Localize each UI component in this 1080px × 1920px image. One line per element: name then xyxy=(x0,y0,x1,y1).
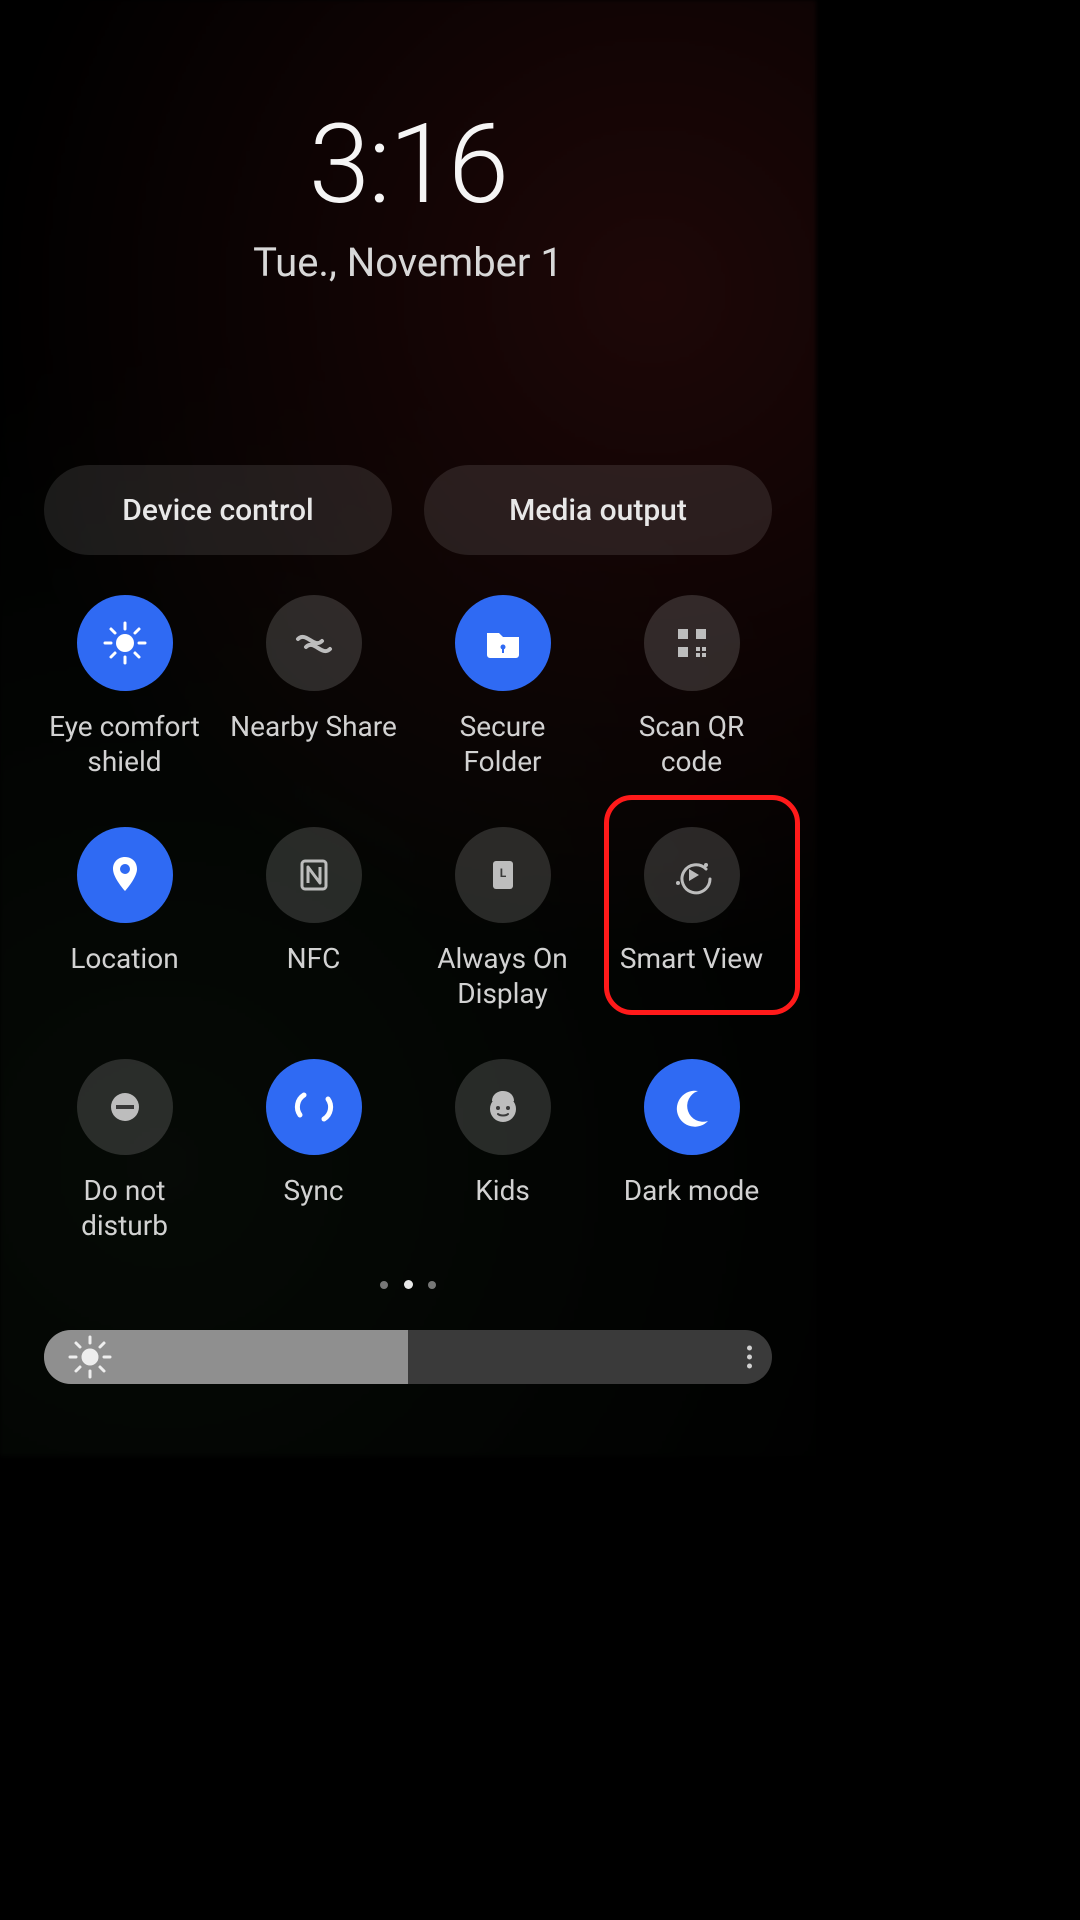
page-dot-1 xyxy=(380,1281,388,1289)
tile-secure-folder[interactable]: Secure Folder xyxy=(408,595,597,779)
tile-label: Location xyxy=(70,941,178,976)
brightness-slider[interactable] xyxy=(44,1330,772,1384)
svg-text:L: L xyxy=(499,866,506,880)
tile-label: Smart View xyxy=(620,941,763,976)
tile-label: Secure Folder xyxy=(418,709,588,779)
media-output-button[interactable]: Media output xyxy=(424,465,772,555)
quick-settings-grid: A Eye comfort shield Nearby Share xyxy=(30,595,786,1243)
tile-label: Do not disturb xyxy=(40,1173,210,1243)
tile-scan-qr-code[interactable]: Scan QR code xyxy=(597,595,786,779)
tile-nearby-share[interactable]: Nearby Share xyxy=(219,595,408,779)
tile-label: Dark mode xyxy=(624,1173,759,1208)
clock-time: 3:16 xyxy=(0,100,816,229)
clock-block: 3:16 Tue., November 1 xyxy=(0,100,816,286)
tile-always-on-display[interactable]: L Always On Display xyxy=(408,827,597,1011)
tile-label: Always On Display xyxy=(418,941,588,1011)
tile-location[interactable]: Location xyxy=(30,827,219,1011)
location-pin-icon xyxy=(77,827,173,923)
tile-nfc[interactable]: NFC xyxy=(219,827,408,1011)
tile-sync[interactable]: Sync xyxy=(219,1059,408,1243)
device-control-button[interactable]: Device control xyxy=(44,465,392,555)
clock-date: Tue., November 1 xyxy=(0,239,816,286)
smart-view-icon xyxy=(644,827,740,923)
tile-dark-mode[interactable]: Dark mode xyxy=(597,1059,786,1243)
tile-smart-view[interactable]: Smart View xyxy=(597,827,786,1011)
tile-label: NFC xyxy=(287,941,341,976)
page-indicator[interactable] xyxy=(0,1274,816,1293)
page-dot-2 xyxy=(404,1280,413,1289)
tile-eye-comfort-shield[interactable]: A Eye comfort shield xyxy=(30,595,219,779)
qr-code-icon xyxy=(644,595,740,691)
eye-comfort-icon: A xyxy=(77,595,173,691)
tile-label: Nearby Share xyxy=(230,709,397,744)
shortcut-pill-row: Device control Media output xyxy=(44,465,772,555)
tile-do-not-disturb[interactable]: Do not disturb xyxy=(30,1059,219,1243)
page-dot-3 xyxy=(428,1281,436,1289)
tile-label: Kids xyxy=(475,1173,530,1208)
brightness-sun-icon xyxy=(66,1333,114,1381)
nearby-share-icon xyxy=(266,595,362,691)
nfc-icon xyxy=(266,827,362,923)
brightness-more-button[interactable] xyxy=(747,1346,752,1369)
sync-icon xyxy=(266,1059,362,1155)
moon-icon xyxy=(644,1059,740,1155)
tile-label: Eye comfort shield xyxy=(40,709,210,779)
clock-page-icon: L xyxy=(455,827,551,923)
do-not-disturb-icon xyxy=(77,1059,173,1155)
kids-face-icon xyxy=(455,1059,551,1155)
secure-folder-icon xyxy=(455,595,551,691)
tile-label: Sync xyxy=(284,1173,344,1208)
tile-label: Scan QR code xyxy=(607,709,777,779)
svg-text:A: A xyxy=(120,637,129,651)
tile-kids[interactable]: Kids xyxy=(408,1059,597,1243)
